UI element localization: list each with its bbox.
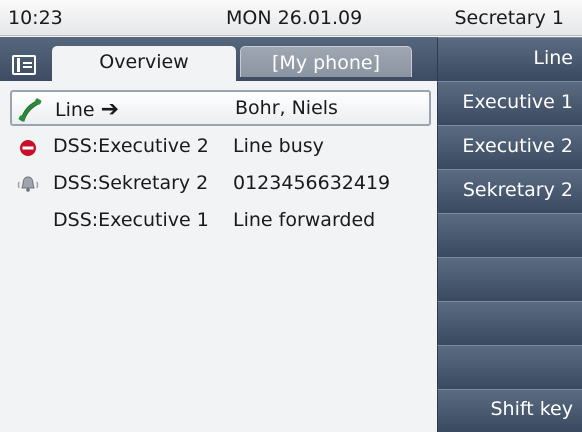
list-item-line[interactable]: Line ➔ Bohr, Niels (10, 90, 431, 126)
status-bar: 10:23 MON 26.01.09 Secretary 1 (0, 0, 582, 36)
softkey-executive-1[interactable]: Executive 1 (437, 81, 582, 125)
ringing-bell-icon (17, 176, 39, 192)
softkey-empty[interactable] (437, 213, 582, 257)
line-name: DSS:Executive 2 (53, 135, 209, 157)
list-item-dss-executive-2[interactable]: DSS:Executive 2 Line busy (10, 129, 431, 165)
line-status: Line busy (233, 135, 324, 157)
busy-icon (20, 140, 36, 156)
line-name: DSS:Executive 1 (53, 209, 209, 231)
list-item-dss-executive-1[interactable]: DSS:Executive 1 Line forwarded (10, 203, 431, 239)
softkey-shift-key[interactable]: Shift key (437, 389, 582, 432)
list-item-dss-sekretary-2[interactable]: DSS:Sekretary 2 0123456632419 (10, 166, 431, 202)
line-name: DSS:Sekretary 2 (53, 172, 209, 194)
tab-overview[interactable]: Overview (52, 46, 236, 81)
tab-bar: Overview [My phone] (0, 37, 437, 81)
softkey-executive-2[interactable]: Executive 2 (437, 125, 582, 169)
tab-my-phone[interactable]: [My phone] (240, 46, 412, 77)
arrow-right-icon: ➔ (100, 97, 120, 122)
softkey-panel: Line Executive 1 Executive 2 Sekretary 2… (437, 37, 582, 432)
line-status: Line forwarded (233, 209, 376, 231)
handset-icon (18, 98, 42, 122)
line-name: Line ➔ (55, 97, 120, 122)
line-list: Line ➔ Bohr, Niels DSS:Executive 2 Line b… (0, 82, 437, 432)
softkey-line[interactable]: Line (437, 37, 582, 81)
line-status: Bohr, Niels (235, 97, 338, 119)
user-name: Secretary 1 (454, 7, 564, 29)
softkey-empty[interactable] (437, 301, 582, 345)
menu-icon[interactable] (12, 55, 36, 75)
softkey-empty[interactable] (437, 345, 582, 389)
softkey-sekretary-2[interactable]: Sekretary 2 (437, 169, 582, 213)
clock-time: 10:23 (8, 7, 63, 29)
softkey-empty[interactable] (437, 257, 582, 301)
line-status: 0123456632419 (233, 172, 391, 194)
current-date: MON 26.01.09 (226, 7, 363, 29)
